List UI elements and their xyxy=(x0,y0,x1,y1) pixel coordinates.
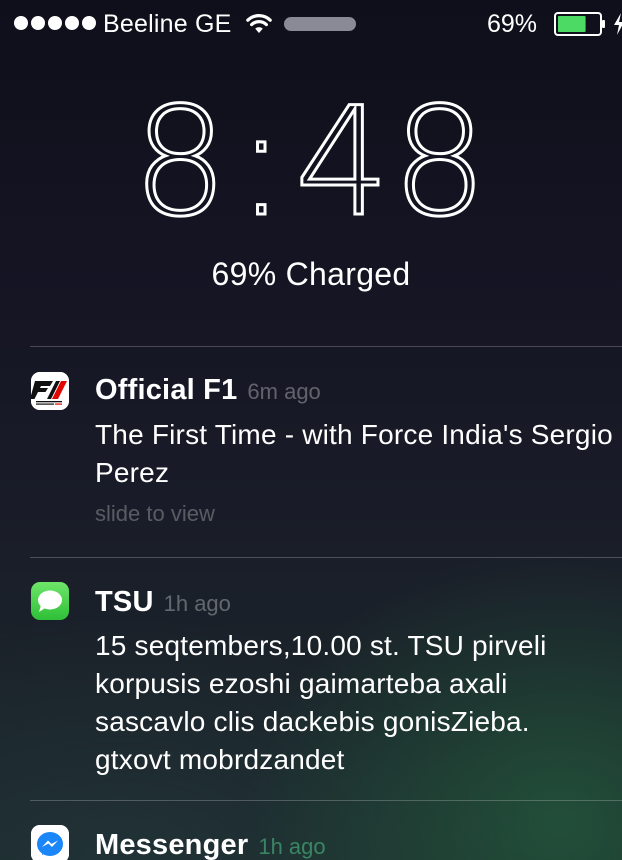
status-bar: Beeline GE 69% xyxy=(0,0,622,50)
notification-tsu[interactable]: TSU 1h ago 15 seqtembers,10.00 st. TSU pi… xyxy=(0,558,622,800)
clock-colon: : xyxy=(235,76,289,250)
notification-message: 15 seqtembers,10.00 st. TSU pirveli korp… xyxy=(95,630,547,775)
charge-status: 69% Charged xyxy=(211,256,411,292)
app-name: Official F1 xyxy=(95,374,238,406)
lock-screen: { "status_bar": { "carrier": "Beeline GE… xyxy=(0,0,622,860)
battery-percentage: 69% xyxy=(487,10,538,38)
time-ago: 1h ago xyxy=(163,591,231,616)
time-ago: 6m ago xyxy=(247,379,321,404)
clock-hours: 8 xyxy=(131,76,230,250)
notification-header: Messenger 1h ago xyxy=(95,829,326,860)
time-ago: 1h ago xyxy=(258,834,326,859)
f1-app-icon xyxy=(31,372,69,410)
lock-clock: 8:48 xyxy=(0,76,622,250)
messages-app-icon xyxy=(31,582,69,620)
activity-indicator xyxy=(284,17,356,31)
app-name: Messenger xyxy=(95,829,249,860)
clock-minutes: 48 xyxy=(293,76,490,250)
charging-bolt-icon xyxy=(614,13,622,35)
slide-to-view-hint: slide to view xyxy=(95,501,215,526)
notification-header: TSU 1h ago xyxy=(95,586,231,619)
messenger-app-icon xyxy=(31,825,69,860)
notification-official-f1[interactable]: Official F1 6m ago The First Time - with … xyxy=(0,347,622,557)
notification-message: The First Time - with Force India's Serg… xyxy=(95,419,613,488)
app-name: TSU xyxy=(95,586,154,618)
carrier-name: Beeline GE xyxy=(103,10,232,38)
battery-icon xyxy=(554,12,605,36)
signal-dots-icon xyxy=(14,16,96,30)
notification-header: Official F1 6m ago xyxy=(95,374,321,407)
wifi-icon xyxy=(246,14,272,33)
notification-messenger[interactable]: Messenger 1h ago xyxy=(0,801,622,860)
